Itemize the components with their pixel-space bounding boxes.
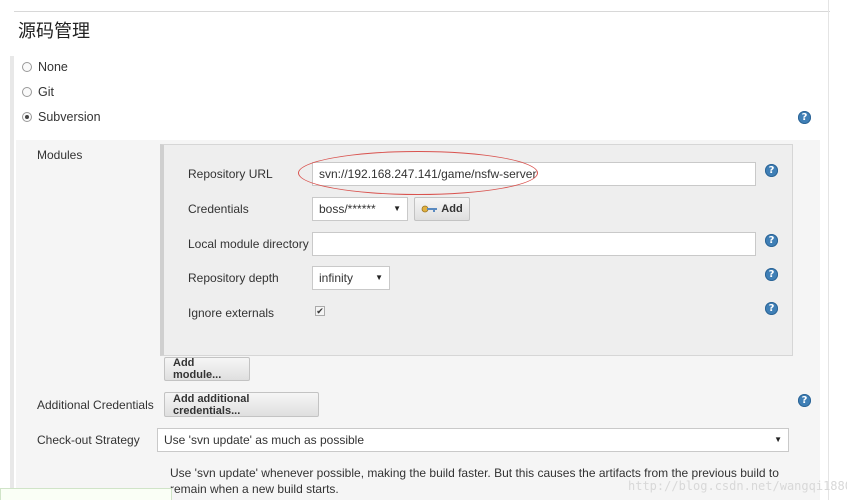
section-title: 源码管理 [18,21,90,42]
credentials-label: Credentials [188,202,249,216]
repository-depth-select[interactable]: infinity ▼ [312,266,390,290]
scm-option-subversion[interactable]: Subversion [22,110,101,124]
local-module-directory-input[interactable] [312,232,756,256]
repository-depth-help-icon[interactable]: ? [765,268,778,281]
checkout-strategy-label: Check-out Strategy [37,433,140,447]
credentials-select[interactable]: boss/****** ▼ [312,197,408,221]
repository-depth-selected-value: infinity [319,271,354,285]
right-border [828,0,829,500]
repository-url-input[interactable] [312,162,756,186]
additional-credentials-help-icon[interactable]: ? [798,394,811,407]
scm-option-subversion-label: Subversion [38,110,101,124]
scm-option-none[interactable]: None [22,60,68,74]
ignore-externals-checkbox[interactable]: ✔ [315,306,325,316]
section-left-bar [10,56,14,500]
radio-git[interactable] [22,87,32,97]
add-additional-credentials-button[interactable]: Add additional credentials... [164,392,319,417]
scm-option-none-label: None [38,60,68,74]
subversion-help-icon[interactable]: ? [798,111,811,124]
repository-depth-label: Repository depth [188,271,279,285]
ignore-externals-label: Ignore externals [188,306,275,320]
scm-option-git[interactable]: Git [22,85,54,99]
repository-url-label: Repository URL [188,167,273,181]
chevron-down-icon: ▼ [375,273,383,282]
ignore-externals-help-icon[interactable]: ? [765,302,778,315]
additional-credentials-label: Additional Credentials [37,398,154,412]
bottom-notification-box [0,488,172,500]
add-credentials-button[interactable]: Add [414,197,470,221]
key-icon [421,205,438,213]
credentials-selected-value: boss/****** [319,202,376,216]
radio-subversion[interactable] [22,112,32,122]
add-credentials-label: Add [441,203,463,215]
radio-none[interactable] [22,62,32,72]
modules-label: Modules [37,148,83,162]
checkout-strategy-select[interactable]: Use 'svn update' as much as possible ▼ [157,428,789,452]
section-divider [14,11,830,12]
local-module-directory-label: Local module directory [188,237,309,251]
watermark: http://blog.csdn.net/wangqi1880 [628,479,847,493]
scm-option-git-label: Git [38,85,54,99]
chevron-down-icon: ▼ [393,204,401,213]
add-module-button[interactable]: Add module... [164,357,250,381]
local-module-directory-help-icon[interactable]: ? [765,234,778,247]
checkout-strategy-selected-value: Use 'svn update' as much as possible [164,433,365,447]
repository-url-help-icon[interactable]: ? [765,164,778,177]
chevron-down-icon: ▼ [774,435,782,444]
